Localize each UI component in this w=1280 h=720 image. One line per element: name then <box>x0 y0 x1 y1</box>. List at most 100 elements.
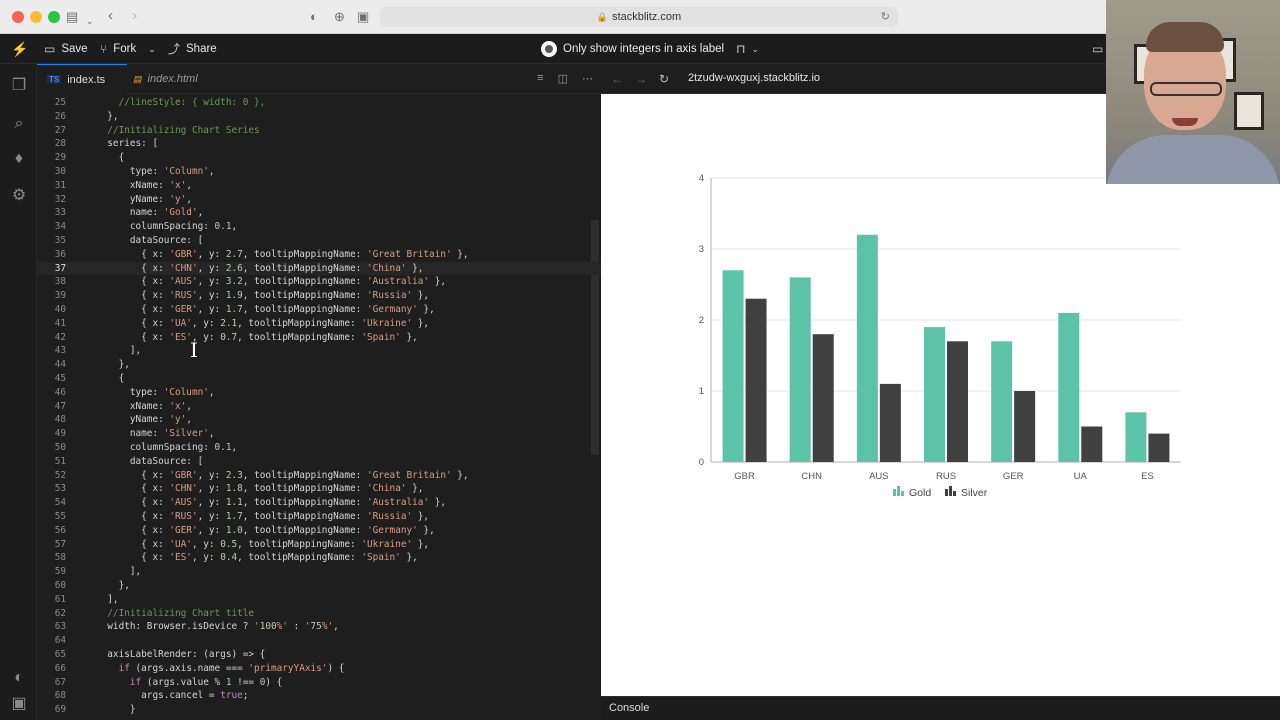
stackblitz-logo[interactable]: ⚡ <box>11 41 28 57</box>
back-icon[interactable]: ‹ <box>108 7 113 25</box>
activity-bar: ❐ ⌕ ♦ ⚙ ◐ ▣ <box>0 64 37 720</box>
code-line[interactable]: 63 width: Browser.isDevice ? '100%' : '7… <box>37 620 601 634</box>
shield-icon[interactable]: ◐ <box>310 8 318 26</box>
code-line[interactable]: 51 dataSource: [ <box>37 455 601 469</box>
code-line[interactable]: 64 <box>37 634 601 648</box>
project-title[interactable]: Only show integers in axis label ⊓ ⌄ <box>541 41 759 57</box>
zoom-window-button[interactable] <box>48 11 60 23</box>
preview-back-icon[interactable]: ← <box>611 72 623 86</box>
code-line[interactable]: 58 { x: 'ES', y: 0.4, tooltipMappingName… <box>37 551 601 565</box>
code-line[interactable]: 57 { x: 'UA', y: 0.5, tooltipMappingName… <box>37 538 601 552</box>
code-line[interactable]: 66 if (args.axis.name === 'primaryYAxis'… <box>37 662 601 676</box>
code-line[interactable]: 25 //lineStyle: { width: 0 }, <box>37 96 601 110</box>
code-line[interactable]: 48 yName: 'y', <box>37 413 601 427</box>
code-line[interactable]: 69 } <box>37 703 601 717</box>
preview-reload-icon[interactable]: ↻ <box>659 72 669 86</box>
tab-index-html[interactable]: ▤ index.html <box>123 64 233 94</box>
code-line[interactable]: 68 args.cancel = true; <box>37 689 601 703</box>
layout-icon[interactable]: ▭ <box>1092 41 1103 57</box>
code-line[interactable]: 47 xName: 'x', <box>37 400 601 414</box>
globe-icon[interactable]: ⊕ <box>334 8 345 26</box>
code-line[interactable]: 54 { x: 'AUS', y: 1.1, tooltipMappingNam… <box>37 496 601 510</box>
code-text: yName: 'y', <box>96 193 192 205</box>
minimize-window-button[interactable] <box>30 11 42 23</box>
code-line[interactable]: 65 axisLabelRender: (args) => { <box>37 648 601 662</box>
code-line[interactable]: 36 { x: 'GBR', y: 2.7, tooltipMappingNam… <box>37 248 601 262</box>
bar-silver <box>745 298 767 462</box>
split-editor-icon[interactable]: ◫ <box>558 72 568 85</box>
code-line[interactable]: 52 { x: 'GBR', y: 2.3, tooltipMappingNam… <box>37 469 601 483</box>
code-line[interactable]: 41 { x: 'UA', y: 2.1, tooltipMappingName… <box>37 317 601 331</box>
chevron-down-icon[interactable]: ⌄ <box>86 12 94 30</box>
code-line[interactable]: 49 name: 'Silver', <box>37 427 601 441</box>
settings-gear-icon[interactable]: ⚙ <box>9 186 29 206</box>
preview-url[interactable]: 2tzudw-wxguxj.stackblitz.io <box>688 72 820 84</box>
code-line[interactable]: 50 columnSpacing: 0.1, <box>37 441 601 455</box>
project-title-text: Only show integers in axis label <box>563 43 725 55</box>
code-line[interactable]: 28 series: [ <box>37 137 601 151</box>
code-line[interactable]: 31 xName: 'x', <box>37 179 601 193</box>
reload-icon[interactable]: ↻ <box>881 7 890 27</box>
code-line[interactable]: 44 }, <box>37 358 601 372</box>
preview-forward-icon[interactable]: → <box>635 72 647 86</box>
code-line[interactable]: 37 { x: 'CHN', y: 2.6, tooltipMappingNam… <box>37 261 601 276</box>
code-line[interactable]: 56 { x: 'GER', y: 1.0, tooltipMappingNam… <box>37 524 601 538</box>
layout-toggle-icon[interactable]: ▣ <box>9 694 29 714</box>
project-icon <box>541 41 557 57</box>
x-tick-label: GER <box>1003 471 1024 482</box>
code-line[interactable]: 26 }, <box>37 110 601 124</box>
chevron-down-icon: ⌄ <box>751 44 760 54</box>
sidebar-toggle-icon[interactable]: ▤ <box>66 8 78 26</box>
share-button[interactable]: ⤴ Share <box>168 41 217 57</box>
code-line[interactable]: 35 dataSource: [ <box>37 234 601 248</box>
extension-icon[interactable]: ▣ <box>357 8 369 26</box>
address-bar[interactable]: 🔒 stackblitz.com ↻ <box>380 7 898 27</box>
code-line[interactable]: 43 ], <box>37 344 601 358</box>
theme-toggle-icon[interactable]: ◐ <box>9 668 29 688</box>
code-line[interactable]: 61 ], <box>37 593 601 607</box>
wall-frame <box>1234 92 1264 130</box>
firebase-icon[interactable]: ♦ <box>9 149 29 169</box>
search-icon[interactable]: ⌕ <box>9 114 29 134</box>
more-icon[interactable]: ⋯ <box>582 72 593 85</box>
code-line[interactable]: 40 { x: 'GER', y: 1.7, tooltipMappingNam… <box>37 303 601 317</box>
code-text: { x: 'AUS', y: 1.1, tooltipMappingName: … <box>96 497 446 509</box>
code-editor[interactable]: 25 //lineStyle: { width: 0 }, 26 }, 27 //I… <box>37 95 601 720</box>
code-text: columnSpacing: 0.1, <box>96 221 238 233</box>
code-line[interactable]: 45 { <box>37 372 601 386</box>
format-icon[interactable]: ≡ <box>537 72 543 85</box>
code-line[interactable]: 38 { x: 'AUS', y: 3.2, tooltipMappingNam… <box>37 275 601 289</box>
console-panel[interactable]: Console <box>601 696 1280 720</box>
code-line[interactable]: 32 yName: 'y', <box>37 193 601 207</box>
line-number: 44 <box>54 359 66 371</box>
code-line[interactable]: 60 }, <box>37 579 601 593</box>
legend-icon-bar <box>897 486 900 496</box>
code-line[interactable]: 29 { <box>37 151 601 165</box>
code-line[interactable]: 46 type: 'Column', <box>37 386 601 400</box>
code-line[interactable]: 55 { x: 'RUS', y: 1.7, tooltipMappingNam… <box>37 510 601 524</box>
code-line[interactable]: 42 { x: 'ES', y: 0.7, tooltipMappingName… <box>37 331 601 345</box>
code-line[interactable]: 59 ], <box>37 565 601 579</box>
y-tick-label: 4 <box>699 173 704 184</box>
forward-icon[interactable]: › <box>132 7 137 25</box>
code-line[interactable]: 30 type: 'Column', <box>37 165 601 179</box>
x-tick-label: UA <box>1074 471 1088 482</box>
code-text: yName: 'y', <box>96 414 192 426</box>
code-line[interactable]: 27 //Initializing Chart Series <box>37 124 601 138</box>
close-window-button[interactable] <box>12 11 24 23</box>
code-line[interactable]: 62 //Initializing Chart title <box>37 607 601 621</box>
files-icon[interactable]: ❐ <box>9 76 29 96</box>
line-number: 66 <box>54 662 66 674</box>
legend-icon-bar <box>945 489 948 496</box>
tab-index-ts[interactable]: TS index.ts <box>37 64 127 94</box>
save-button[interactable]: ▭ Save <box>44 41 88 57</box>
fork-button[interactable]: ⑂ Fork ⌄ <box>100 41 156 57</box>
code-text: { x: 'GBR', y: 2.3, tooltipMappingName: … <box>96 469 469 481</box>
line-number: 45 <box>54 373 66 384</box>
code-line[interactable]: 33 name: 'Gold', <box>37 206 601 220</box>
fork-icon: ⑂ <box>100 42 108 56</box>
code-line[interactable]: 34 columnSpacing: 0.1, <box>37 220 601 234</box>
code-line[interactable]: 39 { x: 'RUS', y: 1.9, tooltipMappingNam… <box>37 289 601 303</box>
code-line[interactable]: 53 { x: 'CHN', y: 1.8, tooltipMappingNam… <box>37 482 601 496</box>
code-line[interactable]: 67 if (args.value % 1 !== 0) { <box>37 676 601 690</box>
